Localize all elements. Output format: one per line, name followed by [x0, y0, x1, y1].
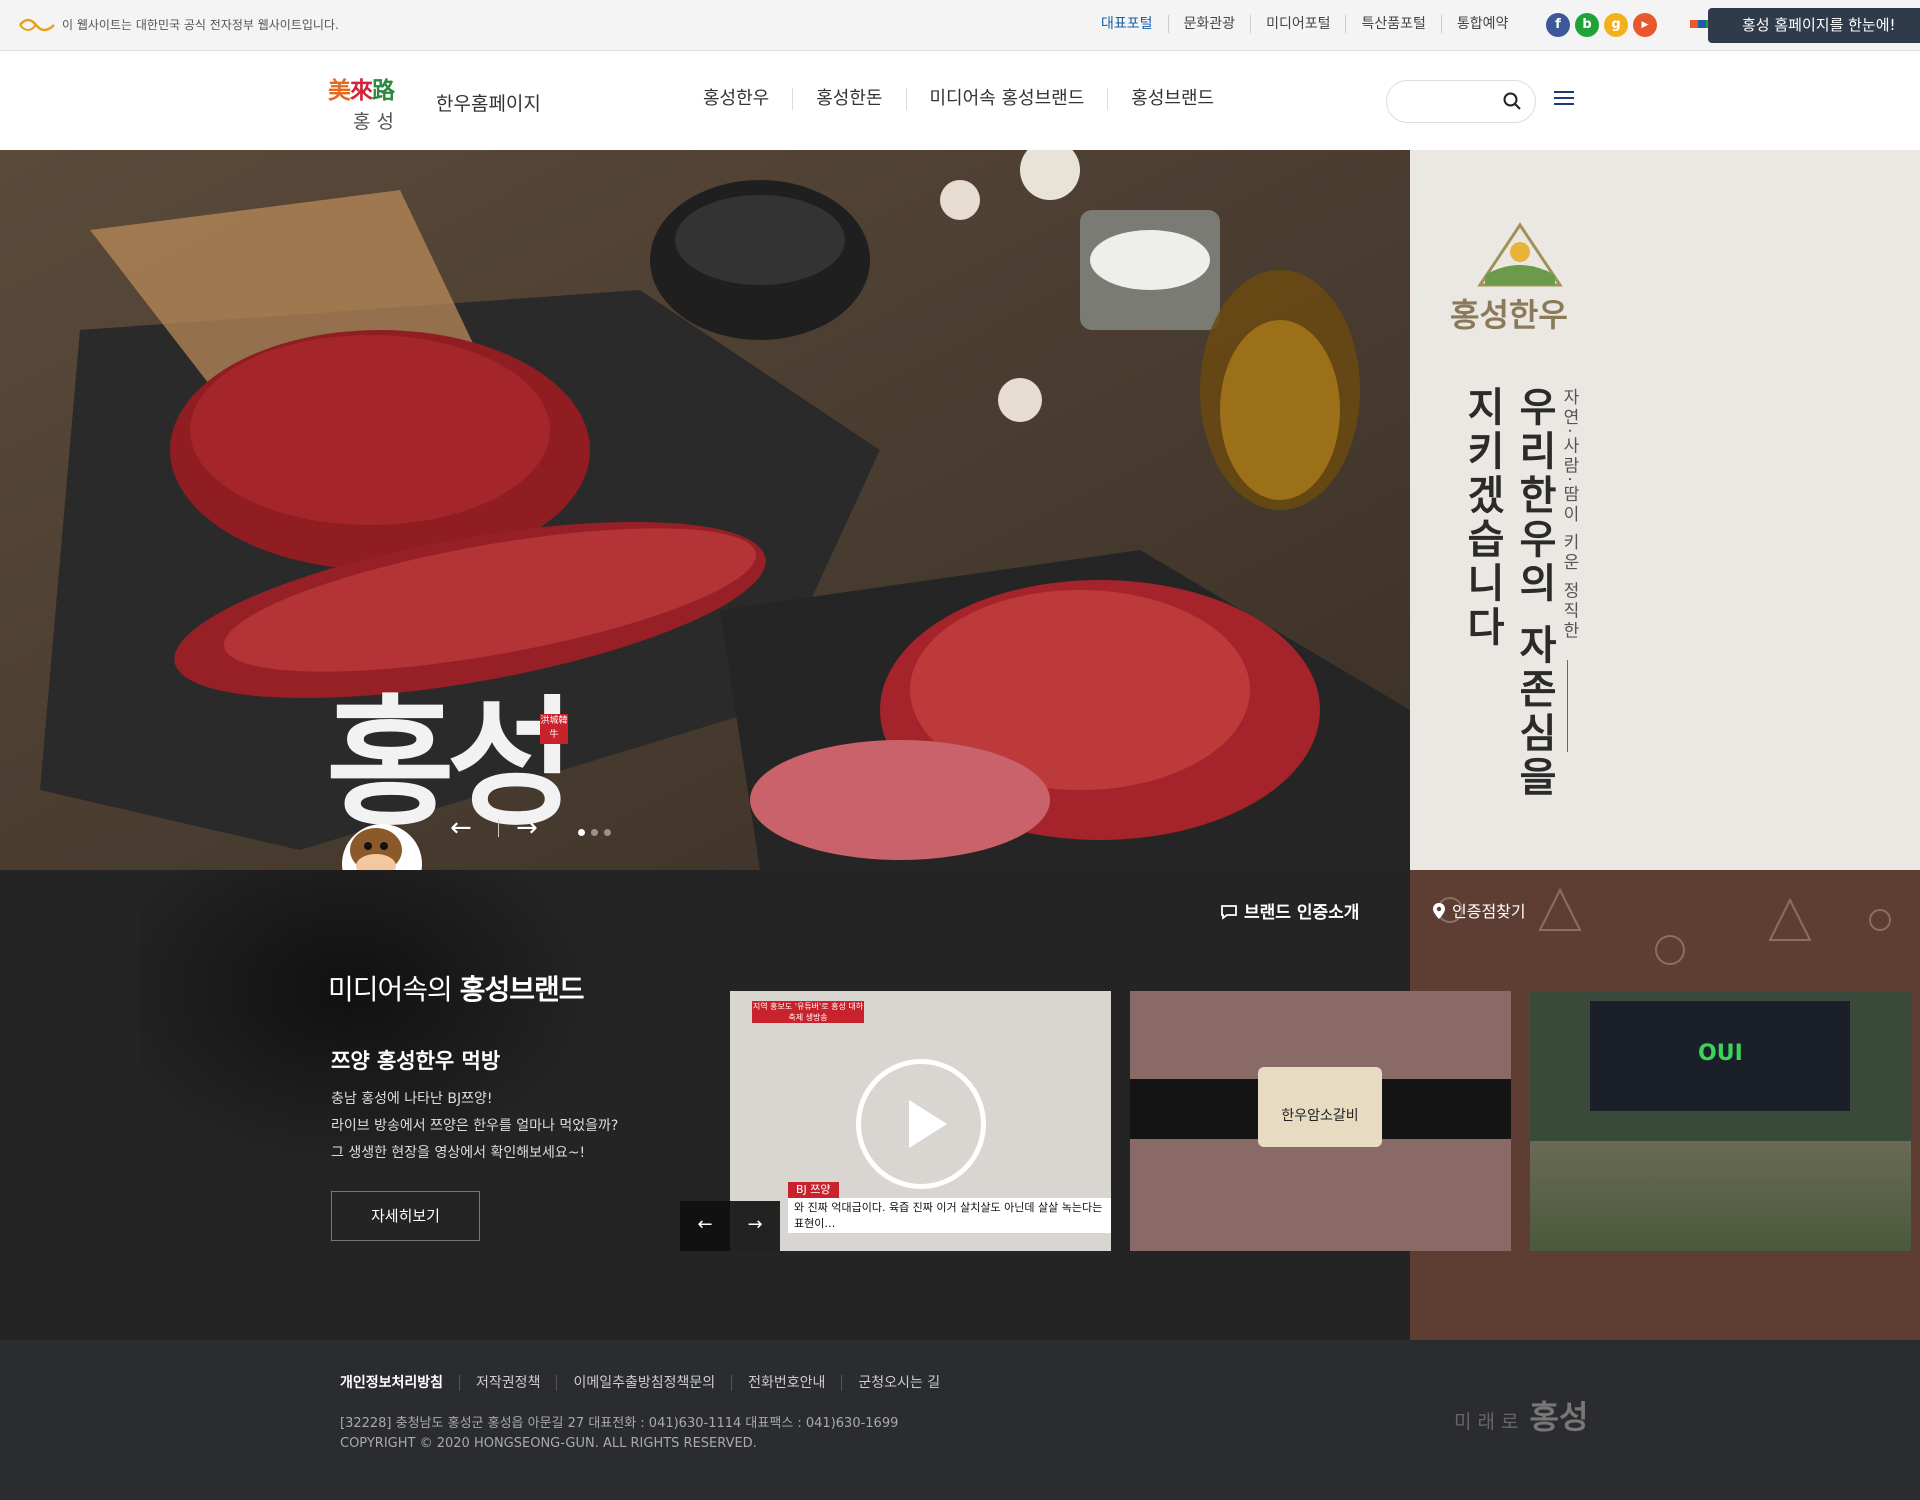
hongseong-hanwoo-brandmark: 홍성한우: [1450, 220, 1590, 350]
media-slider-controls: ← →: [680, 1201, 780, 1251]
media-title-light: 미디어속의: [328, 973, 460, 1006]
footer-address-line: [32228] 충청남도 홍성군 홍성읍 아문길 27 대표전화 : 041)6…: [340, 1416, 899, 1431]
youtube-icon[interactable]: ▶: [1633, 13, 1657, 37]
brand-intro-link[interactable]: 브랜드 인증소개: [1220, 898, 1359, 923]
site-name: 한우홈페이지: [436, 93, 541, 115]
footer-logo-big: 홍성: [1529, 1398, 1589, 1436]
thumb-stage-sign: OUI: [1698, 1041, 1743, 1066]
hamburger-menu-icon[interactable]: [1554, 91, 1574, 107]
media-section-title: 미디어속의 홍성브랜드: [328, 968, 585, 1008]
nav-item-brand[interactable]: 홍성브랜드: [1107, 88, 1237, 110]
media-desc-line-3: 그 생생한 현장을 영상에서 확인해보세요~!: [331, 1145, 586, 1161]
portal-link-culture[interactable]: 문화관광: [1167, 15, 1251, 33]
logo-char-3: 路: [372, 78, 395, 104]
hero-image: [0, 150, 1410, 870]
portal-link-products[interactable]: 특산품포털: [1345, 15, 1440, 33]
logo-char-2: 來: [350, 78, 373, 104]
footer-link-directions[interactable]: 군청오시는 길: [841, 1375, 956, 1391]
one-page-button[interactable]: 홍성 홈페이지를 한눈에!: [1708, 8, 1920, 43]
facebook-icon[interactable]: f: [1546, 13, 1570, 37]
nav-item-media-brand[interactable]: 미디어속 홍성브랜드: [905, 88, 1108, 110]
portal-links: 대표포털 문화관광 미디어포털 특산품포털 통합예약: [1086, 15, 1523, 33]
portal-link-main[interactable]: 대표포털: [1086, 15, 1168, 33]
hero-slider: 홍성 洪城韓牛 ← → 홍성한우 자연·사람·땀이 키운 정직한 우리한우의 자…: [0, 150, 1920, 904]
brand-intro-label: 브랜드 인증소개: [1244, 903, 1360, 923]
hero-vertical-rule: [1567, 660, 1568, 752]
map-pin-icon: [1433, 903, 1445, 919]
thumb-caption: 와 진짜 억대급이다. 육즙 진짜 이거 살치살도 아닌데 살살 녹는다는 표현…: [788, 1198, 1111, 1233]
header: 美來路 홍 성 한우홈페이지 홍성한우 홍성한돈 미디어속 홍성브랜드 홍성브랜…: [0, 51, 1920, 150]
logo-chinese: 美來路: [328, 71, 418, 105]
hero-arrow-divider: [498, 819, 499, 837]
brand-name-text: 홍성한우: [1450, 296, 1568, 334]
main-nav: 홍성한우 홍성한돈 미디어속 홍성브랜드 홍성브랜드: [680, 88, 1237, 110]
hero-dot-3[interactable]: [604, 829, 611, 836]
kakao-icon[interactable]: g: [1604, 13, 1628, 37]
sns-links: f b g ▶: [1546, 13, 1657, 37]
hero-slider-controls: ← →: [450, 815, 650, 855]
footer-address: [32228] 충청남도 홍성군 홍성읍 아문길 27 대표전화 : 041)6…: [340, 1414, 898, 1454]
thumb-news-badge: 지역 홍보도 '유튜버'로 홍성 대하축제 생방송: [752, 1001, 864, 1023]
search-icon[interactable]: [1503, 92, 1521, 110]
chat-icon: [1221, 905, 1237, 920]
footer-link-email[interactable]: 이메일추출방침정책문의: [556, 1375, 731, 1391]
hero-vertical-line-1: 지키겠습니다: [1459, 386, 1505, 650]
thumb-crowd: [1530, 1141, 1911, 1251]
util-bar: 이 웹사이트는 대한민국 공식 전자정부 웹사이트입니다. 대표포털 문화관광 …: [0, 0, 1920, 51]
more-button[interactable]: 자세히보기: [331, 1191, 480, 1241]
media-thumb-galbi[interactable]: 한우암소갈비: [1130, 991, 1511, 1251]
red-seal: 洪城韓牛: [540, 714, 568, 744]
media-next-arrow-icon[interactable]: →: [730, 1201, 780, 1251]
footer: 개인정보처리방침 저작권정책 이메일추출방침정책문의 전화번호안내 군청오시는 …: [0, 1340, 1920, 1500]
food-pattern-icon: [1437, 887, 1891, 965]
media-title-bold: 홍성브랜드: [459, 973, 585, 1006]
footer-link-privacy[interactable]: 개인정보처리방침: [340, 1375, 459, 1391]
media-item-description: 충남 홍성에 나타난 BJ쯔양! 라이브 방송에서 쯔양은 한우를 얼마나 먹었…: [331, 1086, 691, 1167]
footer-link-copyright[interactable]: 저작권정책: [459, 1375, 556, 1391]
find-store-label: 인증점찾기: [1452, 902, 1526, 921]
footer-copyright: COPYRIGHT © 2020 HONGSEONG-GUN. ALL RIGH…: [340, 1436, 757, 1451]
nav-item-handon[interactable]: 홍성한돈: [792, 88, 905, 110]
gov-notice-text: 이 웹사이트는 대한민국 공식 전자정부 웹사이트입니다.: [62, 18, 339, 32]
footer-logo: 미래로 홍성: [1454, 1392, 1588, 1438]
logo-korean: 홍 성: [353, 111, 394, 133]
hero-next-arrow-icon[interactable]: →: [516, 815, 546, 841]
logo-char-1: 美: [328, 78, 351, 104]
search-input[interactable]: [1403, 81, 1503, 120]
blog-icon[interactable]: b: [1575, 13, 1599, 37]
hero-dot-2[interactable]: [591, 829, 598, 836]
search-box: [1386, 80, 1536, 123]
find-store-link[interactable]: 인증점찾기: [1432, 898, 1526, 922]
media-desc-line-1: 충남 홍성에 나타난 BJ쯔양!: [331, 1091, 493, 1107]
footer-link-phone[interactable]: 전화번호안내: [731, 1375, 841, 1391]
hero-prev-arrow-icon[interactable]: ←: [450, 815, 480, 841]
nav-item-hanwoo[interactable]: 홍성한우: [680, 88, 792, 110]
media-thumb-video[interactable]: 지역 홍보도 '유튜버'로 홍성 대하축제 생방송 BJ 쯔양 와 진짜 억대급…: [730, 991, 1111, 1251]
hero-vertical-line-2: 우리한우의 자존심을: [1511, 386, 1557, 800]
media-desc-line-2: 라이브 방송에서 쯔양은 한우를 얼마나 먹었을까?: [331, 1118, 619, 1134]
hero-pagination: [578, 829, 611, 836]
media-thumb-concert[interactable]: OUI: [1530, 991, 1911, 1251]
play-icon[interactable]: [856, 1059, 986, 1189]
media-item-title: 쯔양 홍성한우 먹방: [331, 1049, 501, 1073]
site-logo[interactable]: 美來路 홍 성: [328, 71, 418, 135]
gov-logo-icon: [19, 18, 55, 32]
hero-food-illustration: [0, 150, 1410, 870]
hero-dot-1[interactable]: [578, 829, 585, 836]
media-prev-arrow-icon[interactable]: ←: [680, 1201, 730, 1251]
footer-links: 개인정보처리방침 저작권정책 이메일추출방침정책문의 전화번호안내 군청오시는 …: [340, 1375, 956, 1391]
portal-link-booking[interactable]: 통합예약: [1440, 15, 1524, 33]
thumb-galbi-label: 한우암소갈비: [1258, 1067, 1382, 1147]
brand-mountain-icon: [1477, 222, 1563, 287]
portal-link-media[interactable]: 미디어포털: [1250, 15, 1345, 33]
footer-logo-small: 미래로: [1454, 1411, 1525, 1433]
thumb-caption-tag: BJ 쯔양: [788, 1182, 839, 1198]
